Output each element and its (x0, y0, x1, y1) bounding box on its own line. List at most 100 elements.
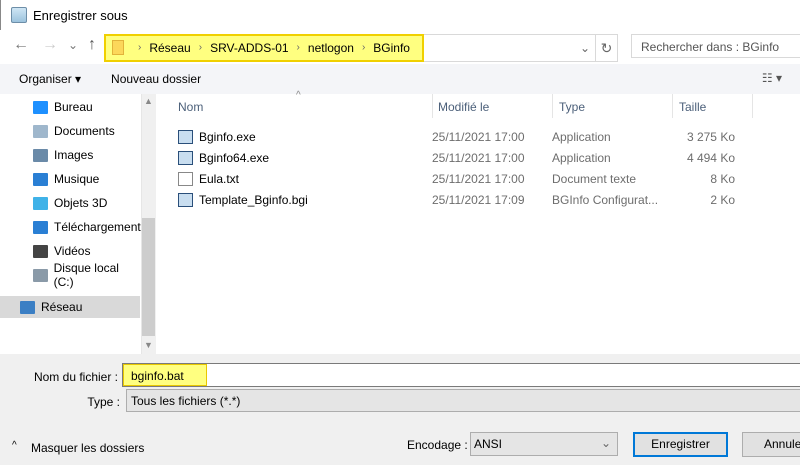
filename-input[interactable]: bginfo.bat (122, 363, 800, 387)
file-icon (178, 129, 193, 144)
window-title: Enregistrer sous (33, 7, 128, 23)
sidebar-item-label: Disque local (C:) (53, 261, 119, 289)
column-name[interactable]: Nom (178, 100, 203, 114)
file-modified: 25/11/2021 17:00 (432, 150, 525, 165)
file-modified: 25/11/2021 17:09 (432, 192, 525, 207)
navigation-pane: Bureau Documents Images Musique Objets 3D Tél… (0, 94, 141, 354)
new-folder-button[interactable]: Nouveau dossier (111, 72, 201, 86)
title-bar: Enregistrer sous (0, 0, 800, 30)
file-modified: 25/11/2021 17:00 (432, 129, 525, 144)
toolbar: Organiser ▾ Nouveau dossier ☷ ▾ (0, 64, 800, 94)
breadcrumb: › Réseau › SRV-ADDS-01 › netlogon › BGinfo (104, 33, 424, 62)
location-icon (33, 268, 48, 282)
file-row[interactable]: Bginfo64.exe 25/11/2021 17:00 Application 4… (178, 147, 758, 168)
sidebar-item[interactable]: Disque local (C:) (33, 261, 140, 289)
file-icon (178, 150, 193, 165)
hide-folders-button[interactable]: Masquer les dossiers (31, 441, 144, 455)
file-row[interactable]: Template_Bginfo.bgi 25/11/2021 17:09 BGInf… (178, 189, 758, 210)
filename-value: bginfo.bat (123, 364, 207, 386)
column-divider[interactable] (432, 94, 433, 118)
crumb-reseau[interactable]: Réseau (149, 41, 190, 55)
file-name-text: Template_Bginfo.bgi (199, 192, 308, 207)
column-divider[interactable] (552, 94, 553, 118)
file-row[interactable]: Eula.txt 25/11/2021 17:00 Document texte 8 … (178, 168, 758, 189)
sidebar-item-label: Documents (54, 124, 115, 138)
recent-dropdown[interactable]: ⌄ (68, 38, 78, 52)
encoding-value: ANSI (474, 437, 503, 451)
column-size[interactable]: Taille (679, 100, 706, 114)
file-name: Eula.txt (178, 171, 432, 186)
encoding-select[interactable]: ANSI ⌄ (470, 432, 618, 456)
location-icon (33, 196, 48, 210)
sidebar-item[interactable]: Bureau (33, 96, 93, 118)
sidebar-item-network[interactable]: Réseau (20, 296, 82, 318)
file-type: BGInfo Configurat... (552, 192, 659, 207)
location-icon (33, 220, 48, 234)
sort-icon: ^ (296, 90, 301, 101)
sidebar-item-label: Téléchargement (54, 220, 141, 234)
column-modified[interactable]: Modifié le (438, 100, 489, 114)
sidebar-item-label: Bureau (54, 100, 93, 114)
location-icon (33, 100, 48, 114)
file-name: Bginfo.exe (178, 129, 432, 144)
sidebar-item-label: Réseau (41, 300, 83, 314)
filename-label: Nom du fichier : (33, 370, 118, 384)
sidebar-item[interactable]: Musique (33, 168, 99, 190)
sidebar-item-label: Objets 3D (54, 196, 108, 210)
crumb-bginfo[interactable]: BGinfo (373, 41, 410, 55)
refresh-button[interactable]: ↻ (595, 35, 617, 61)
chevron-down-icon[interactable]: ⌄ (575, 41, 595, 55)
sidebar-item[interactable]: Téléchargement (33, 216, 141, 238)
sidebar-item-label: Images (54, 148, 94, 162)
sidebar-item-label: Vidéos (54, 244, 91, 258)
location-icon (33, 244, 48, 258)
location-icon (33, 172, 48, 186)
file-type: Application (552, 150, 611, 165)
scroll-up-icon[interactable]: ▲ (144, 96, 153, 106)
file-type: Application (552, 129, 611, 144)
address-bar[interactable]: › Réseau › SRV-ADDS-01 › netlogon › BGinfo ⌄… (104, 33, 618, 62)
network-icon (20, 300, 35, 314)
file-icon (178, 171, 193, 186)
sidebar-item[interactable]: Objets 3D (33, 192, 107, 214)
sidebar-item[interactable]: Vidéos (33, 240, 90, 262)
scrollbar-thumb[interactable] (142, 218, 155, 336)
sidebar-item[interactable]: Documents (33, 120, 115, 142)
scroll-down-icon[interactable]: ▼ (144, 340, 153, 350)
file-size: 2 Ko (710, 192, 735, 207)
file-size: 8 Ko (710, 171, 735, 186)
folder-icon (112, 40, 124, 55)
file-name: Bginfo64.exe (178, 150, 432, 165)
location-icon (33, 124, 48, 138)
notepad-icon (11, 7, 27, 23)
sidebar-item[interactable]: Images (33, 144, 93, 166)
organize-button[interactable]: Organiser ▾ (19, 72, 81, 86)
type-label: Type : (87, 395, 120, 409)
column-type[interactable]: Type (559, 100, 585, 114)
location-icon (33, 148, 48, 162)
save-button[interactable]: Enregistrer (633, 432, 728, 457)
file-type: Document texte (552, 171, 637, 186)
file-name-text: Bginfo.exe (199, 129, 256, 144)
chevron-down-icon: ⌄ (600, 436, 611, 450)
file-size: 4 494 Ko (686, 150, 735, 165)
search-input[interactable]: Rechercher dans : BGinfo (631, 34, 800, 58)
column-divider[interactable] (672, 94, 673, 118)
sidebar-item-label: Musique (54, 172, 100, 186)
file-modified: 25/11/2021 17:00 (432, 171, 525, 186)
view-options-button[interactable]: ☷ ▾ (762, 71, 782, 85)
crumb-server[interactable]: SRV-ADDS-01 (210, 41, 288, 55)
cancel-button[interactable]: Annuler (742, 432, 800, 457)
file-type-select[interactable]: Tous les fichiers (*.*) (126, 389, 800, 412)
file-icon (178, 192, 193, 207)
file-name: Template_Bginfo.bgi (178, 192, 432, 207)
forward-button[interactable]: → (42, 36, 58, 54)
file-name-text: Eula.txt (199, 171, 240, 186)
column-divider[interactable] (752, 94, 753, 118)
back-button[interactable]: ← (13, 36, 29, 54)
encoding-label: Encodage : (407, 438, 468, 452)
up-button[interactable]: ↑ (88, 36, 96, 54)
file-row[interactable]: Bginfo.exe 25/11/2021 17:00 Application 3 2… (178, 126, 758, 147)
crumb-netlogon[interactable]: netlogon (308, 41, 354, 55)
chevron-up-icon: ^ (12, 440, 17, 451)
